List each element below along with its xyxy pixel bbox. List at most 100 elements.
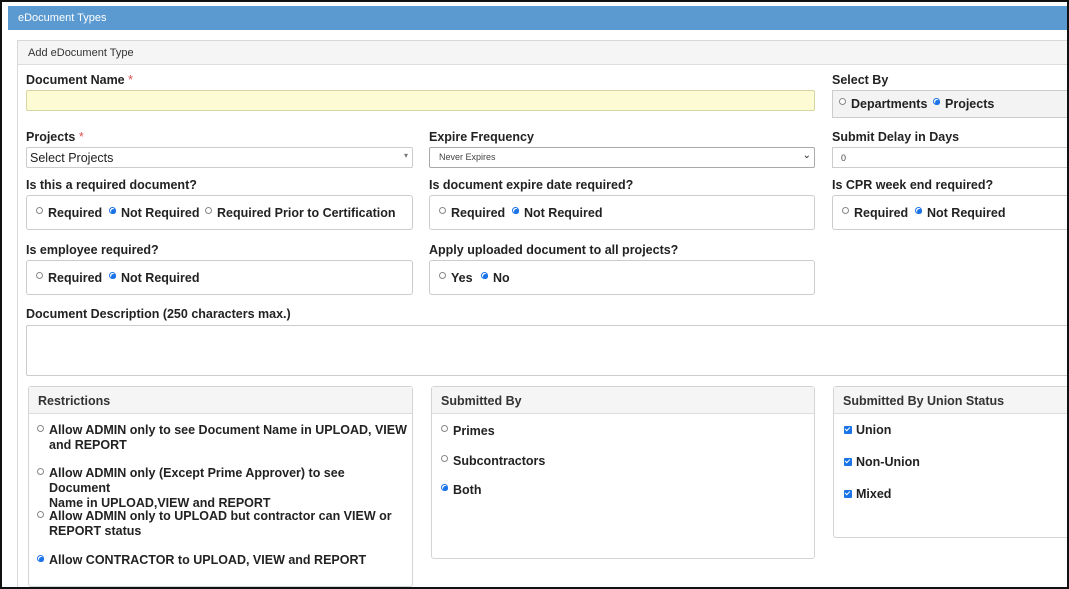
yes-option[interactable]: Yes [439,271,473,285]
option-label: Not Required [121,206,200,220]
not-required-option[interactable]: Not Required [512,206,602,220]
radio-selected-icon[interactable] [441,484,448,491]
radio-selected-icon[interactable] [109,207,116,214]
radio-selected-icon[interactable] [109,272,116,279]
union-checkbox[interactable]: Union [844,423,891,437]
restriction-line: Allow CONTRACTOR to UPLOAD, VIEW and REP… [49,553,367,567]
required-option[interactable]: Required [439,206,505,220]
restriction-option-admin-except-prime[interactable]: Allow ADMIN only (Except Prime Approver)… [37,466,407,510]
restriction-line: Allow ADMIN only (Except Prime Approver)… [49,466,345,495]
chevron-down-icon: ▾ [403,151,408,160]
restriction-line: Allow ADMIN only to UPLOAD but contracto… [49,509,392,523]
option-label: Not Required [524,206,603,220]
radio-icon[interactable] [37,468,44,475]
union-status-title: Submitted By Union Status [834,387,1067,414]
radio-icon[interactable] [441,455,448,462]
employee-required-group: Required Not Required [26,260,413,295]
restriction-line: REPORT status [49,524,142,538]
not-required-option[interactable]: Not Required [109,206,199,220]
mixed-checkbox[interactable]: Mixed [844,487,891,501]
projects-select-value: Select Projects [30,151,114,165]
required-option[interactable]: Required [36,271,102,285]
option-label: Required [854,206,909,220]
radio-icon[interactable] [36,272,43,279]
option-label: Mixed [856,487,892,501]
expire-date-required-group: Required Not Required [429,195,815,230]
no-option[interactable]: No [481,271,510,285]
both-option[interactable]: Both [441,483,481,497]
radio-icon[interactable] [36,207,43,214]
restriction-option-text: Allow ADMIN only to see Document Name in… [49,423,407,453]
checkbox-checked-icon[interactable] [844,490,852,498]
required-prior-certification-option[interactable]: Required Prior to Certification [205,206,396,220]
select-by-departments-option[interactable]: Departments [839,97,927,111]
restrictions-title: Restrictions [29,387,412,414]
document-name-input[interactable] [26,90,815,111]
window-title: eDocument Types [18,12,107,24]
projects-select[interactable]: Select Projects ▾ [26,147,413,168]
restriction-line: Name in UPLOAD,VIEW and REPORT [49,496,271,510]
radio-icon[interactable] [439,272,446,279]
checkbox-checked-icon[interactable] [844,426,852,434]
required-option[interactable]: Required [842,206,908,220]
restriction-option-admin-only-see[interactable]: Allow ADMIN only to see Document Name in… [37,423,407,455]
option-label: Not Required [927,206,1006,220]
non-union-checkbox[interactable]: Non-Union [844,455,920,469]
projects-label: Projects * [26,130,84,144]
option-label: Required [48,271,103,285]
required-document-label: Is this a required document? [26,178,197,192]
expire-frequency-value: Never Expires [439,152,496,162]
radio-selected-icon[interactable] [481,272,488,279]
expire-frequency-select[interactable]: Never Expires ⌄ [429,147,815,168]
radio-icon[interactable] [205,207,212,214]
restriction-line: Allow ADMIN only to see Document Name in… [49,423,407,437]
select-by-label: Select By [832,73,889,87]
checkbox-checked-icon[interactable] [844,458,852,466]
apply-all-projects-label: Apply uploaded document to all projects? [429,243,679,257]
not-required-option[interactable]: Not Required [915,206,1005,220]
radio-icon[interactable] [439,207,446,214]
submitted-by-title: Submitted By [432,387,814,414]
option-label: Non-Union [856,455,920,469]
restriction-option-contractor[interactable]: Allow CONTRACTOR to UPLOAD, VIEW and REP… [37,553,407,571]
option-label: Both [453,483,482,497]
submit-delay-input[interactable]: 0 [832,147,1067,168]
radio-icon[interactable] [441,425,448,432]
radio-icon[interactable] [842,207,849,214]
window-title-bar: eDocument Types [8,6,1067,30]
panel-header: Add eDocument Type [18,41,1067,65]
document-name-label-text: Document Name [26,73,125,87]
panel-title: Add eDocument Type [28,47,134,59]
submit-delay-value: 0 [841,153,847,163]
option-label: Required [451,206,506,220]
required-asterisk: * [78,130,84,144]
subcontractors-option[interactable]: Subcontractors [441,454,545,468]
radio-selected-icon[interactable] [933,98,940,105]
apply-all-projects-group: Yes No [429,260,815,295]
chevron-down-icon: ⌄ [802,150,811,161]
radio-selected-icon[interactable] [512,207,519,214]
primes-option[interactable]: Primes [441,424,495,438]
description-textarea[interactable] [26,325,1067,376]
app-window: eDocument Types Add eDocument Type Docum… [0,0,1069,589]
option-label: Primes [453,424,495,438]
restriction-option-admin-upload[interactable]: Allow ADMIN only to UPLOAD but contracto… [37,509,407,541]
not-required-option[interactable]: Not Required [109,271,199,285]
employee-required-label: Is employee required? [26,243,159,257]
restriction-option-text: Allow CONTRACTOR to UPLOAD, VIEW and REP… [49,553,366,568]
option-label: Yes [451,271,473,285]
radio-selected-icon[interactable] [37,555,44,562]
restriction-option-text: Allow ADMIN only to UPLOAD but contracto… [49,509,392,539]
cpr-week-end-label: Is CPR week end required? [832,178,994,192]
radio-icon[interactable] [839,98,846,105]
select-by-projects-option[interactable]: Projects [933,97,994,111]
option-label: Projects [945,97,995,111]
restrictions-card: Restrictions Allow ADMIN only to see Doc… [28,386,413,587]
submitted-by-card: Submitted By Primes Subcontractors Both [431,386,815,559]
required-option[interactable]: Required [36,206,102,220]
union-status-card: Submitted By Union Status Union Non-Unio… [833,386,1067,538]
radio-selected-icon[interactable] [915,207,922,214]
radio-icon[interactable] [37,511,44,518]
required-document-group: Required Not Required Required Prior to … [26,195,413,230]
radio-icon[interactable] [37,425,44,432]
